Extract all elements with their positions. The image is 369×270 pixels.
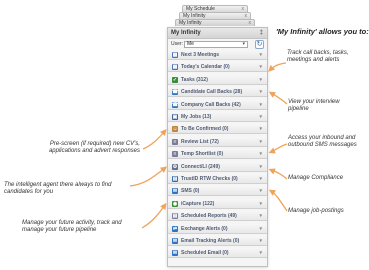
arrow-future — [141, 202, 167, 229]
arrow-sms — [268, 143, 288, 154]
arrow-agent — [129, 166, 168, 187]
arrow-postings — [268, 189, 288, 212]
annotation-arrows — [129, 62, 288, 229]
arrow-prescreen — [142, 129, 167, 150]
arrow-interview — [268, 91, 288, 105]
arrow-compliance — [268, 168, 288, 180]
arrow-callbacks — [268, 62, 287, 72]
